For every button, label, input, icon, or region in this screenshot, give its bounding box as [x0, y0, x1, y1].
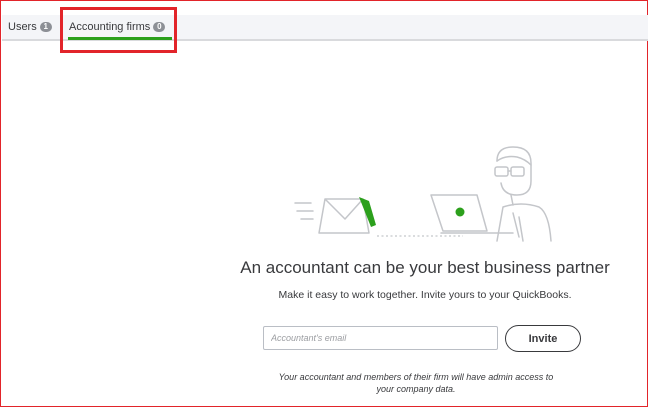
- admin-access-note: Your accountant and members of their fir…: [278, 372, 554, 394]
- tab-accounting-firms-label: Accounting firms: [69, 21, 151, 33]
- tab-users-label: Users: [8, 21, 37, 33]
- active-tab-indicator: [68, 37, 172, 40]
- invite-button[interactable]: Invite: [505, 325, 581, 352]
- app-frame: Users 1 Accounting firms 0 An accountant…: [0, 0, 648, 407]
- empty-state-headline: An accountant can be your best business …: [240, 258, 610, 277]
- tab-users[interactable]: Users 1: [8, 15, 52, 39]
- tab-accounting-firms[interactable]: Accounting firms 0: [69, 15, 166, 39]
- laptop-icon: [430, 194, 514, 234]
- tab-users-count-badge: 1: [39, 22, 52, 32]
- empty-state-subline: Make it easy to work together. Invite yo…: [278, 289, 572, 301]
- envelope-icon: [318, 197, 376, 234]
- tab-accounting-firms-count-badge: 0: [153, 22, 166, 32]
- accountant-email-input[interactable]: [263, 326, 498, 350]
- accountant-illustration: [294, 146, 552, 242]
- accountant-figure-icon: [494, 146, 552, 242]
